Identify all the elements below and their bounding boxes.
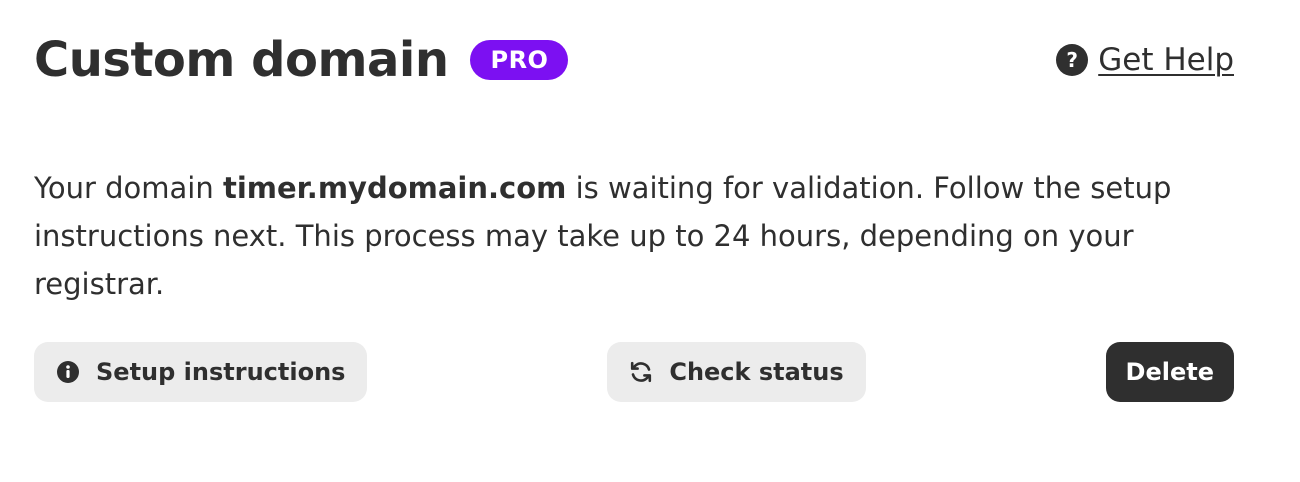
- domain-name: timer.mydomain.com: [222, 171, 567, 205]
- setup-instructions-button[interactable]: Setup instructions: [34, 342, 368, 402]
- validation-message: Your domain timer.mydomain.com is waitin…: [34, 164, 1214, 308]
- header: Custom domain PRO ? Get Help: [34, 30, 1234, 90]
- action-bar: Setup instructions Check status Delete: [34, 342, 1234, 402]
- custom-domain-panel: Custom domain PRO ? Get Help Your domain…: [0, 0, 1300, 482]
- check-status-label: Check status: [669, 358, 844, 386]
- check-status-button[interactable]: Check status: [607, 342, 866, 402]
- get-help-label: Get Help: [1098, 42, 1234, 78]
- delete-label: Delete: [1125, 358, 1214, 386]
- get-help-link[interactable]: ? Get Help: [1056, 42, 1234, 78]
- info-circle-icon: [56, 360, 80, 384]
- page-title: Custom domain: [34, 32, 449, 88]
- refresh-icon: [629, 360, 653, 384]
- pro-badge: PRO: [470, 40, 569, 80]
- delete-button[interactable]: Delete: [1105, 342, 1234, 402]
- title-group: Custom domain PRO: [34, 32, 569, 88]
- question-circle-icon: ?: [1056, 44, 1089, 76]
- message-prefix: Your domain: [34, 171, 223, 205]
- setup-instructions-label: Setup instructions: [96, 358, 346, 386]
